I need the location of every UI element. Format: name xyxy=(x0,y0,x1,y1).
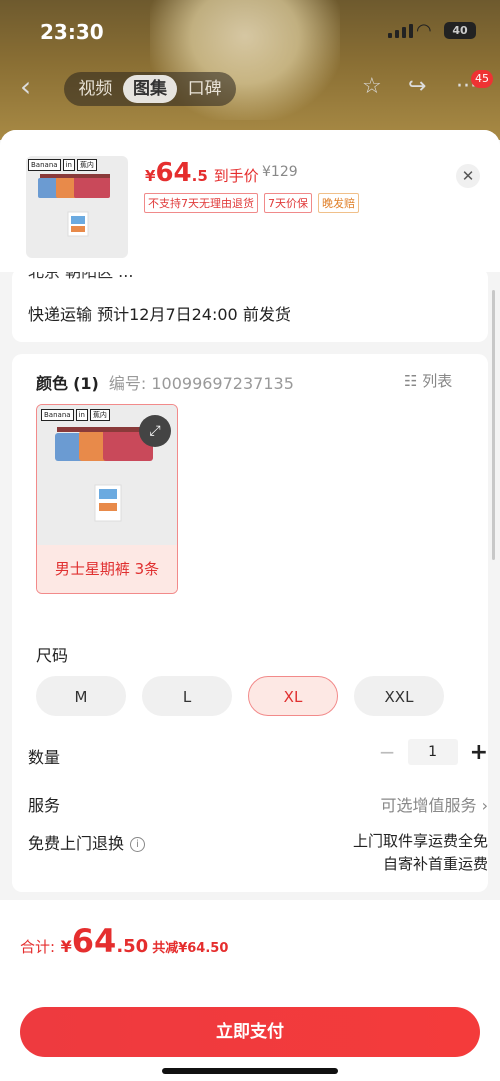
chevron-right-icon: › xyxy=(481,796,488,815)
size-options: M L XL XXL xyxy=(36,676,444,716)
pay-now-button[interactable]: 立即支付 xyxy=(20,1007,480,1057)
promo-tags: 不支持7天无理由退货 7天价保 晚发赔 xyxy=(144,193,359,213)
info-icon[interactable]: i xyxy=(130,837,146,852)
size-option-l[interactable]: L xyxy=(142,676,232,716)
color-header: 颜色 (1) 编号: 10099697237135 xyxy=(36,374,294,393)
signal-icon xyxy=(388,24,413,38)
tag-late-compensation: 晚发赔 xyxy=(318,193,359,213)
size-option-m[interactable]: M xyxy=(36,676,126,716)
color-option-label: 男士星期裤 3条 xyxy=(37,545,177,593)
checkout-footer: 合计: ¥64.50 共减¥64.50 立即支付 xyxy=(0,900,500,1081)
original-price: ¥129 xyxy=(262,164,298,180)
return-label: 免费上门退换 xyxy=(28,834,125,853)
top-nav: ‹ 视频 图集 口碑 ☆ ↪ ··· xyxy=(0,66,500,110)
close-icon[interactable]: ✕ xyxy=(456,164,480,188)
product-thumbnail[interactable]: Banana in 蕉内 xyxy=(26,156,128,258)
scrollbar[interactable] xyxy=(492,290,495,560)
brand-logo: Banana in 蕉内 xyxy=(28,159,97,171)
brand-logo: Banana in 蕉内 xyxy=(41,409,110,421)
status-bar: 23:30 ◠ 40 xyxy=(0,0,500,60)
battery-icon: 40 xyxy=(444,22,476,39)
list-icon: ☷ xyxy=(404,372,418,390)
tag-price-protect: 7天价保 xyxy=(264,193,312,213)
discount-text: 共减¥64.50 xyxy=(152,941,229,956)
list-view-button[interactable]: ☷ 列表 xyxy=(404,370,452,391)
color-option[interactable]: Banana in 蕉内 ⤢ 男士星期裤 3条 xyxy=(36,404,178,594)
plus-button[interactable]: + xyxy=(470,740,488,765)
sku-bottom-sheet: Banana in 蕉内 ¥64.5 到手价 ¥129 不支持7天无理由退货 7天价保… xyxy=(0,130,500,1081)
product-image xyxy=(38,174,110,237)
minus-button[interactable]: − xyxy=(379,740,396,764)
media-tabs: 视频 图集 口碑 xyxy=(64,72,236,106)
sheet-header: Banana in 蕉内 ¥64.5 到手价 ¥129 不支持7天无理由退货 7天价保… xyxy=(0,130,500,272)
item-code: 编号: 10099697237135 xyxy=(108,374,294,393)
notification-badge: 45 xyxy=(471,70,493,88)
tab-reviews[interactable]: 口碑 xyxy=(177,75,232,103)
return-row: 免费上门退换 i 上门取件享运费全免 自寄补首重运费 xyxy=(28,830,488,873)
service-value: 可选增值服务 › xyxy=(380,796,488,815)
wifi-icon: ◠ xyxy=(416,20,432,41)
quantity-row: 数量 − 1 + xyxy=(28,739,488,768)
return-fee: 上门取件享运费全免 自寄补首重运费 xyxy=(352,832,488,873)
tag-no-return: 不支持7天无理由退货 xyxy=(144,193,258,213)
service-row[interactable]: 服务 可选增值服务 › xyxy=(28,792,488,816)
quantity-input[interactable]: 1 xyxy=(407,739,458,765)
size-label: 尺码 xyxy=(36,646,69,665)
options-card: 颜色 (1) 编号: 10099697237135 ☷ 列表 Banana in 蕉内… xyxy=(12,354,488,892)
tab-gallery[interactable]: 图集 xyxy=(122,75,178,103)
quantity-stepper: − 1 + xyxy=(379,739,488,765)
home-indicator xyxy=(162,1068,338,1074)
size-option-xl[interactable]: XL xyxy=(248,676,338,716)
size-option-xxl[interactable]: XXL xyxy=(354,676,444,716)
favorite-star-icon[interactable]: ☆ xyxy=(362,74,382,99)
status-time: 23:30 xyxy=(40,20,104,44)
expand-icon[interactable]: ⤢ xyxy=(139,415,171,447)
final-price: ¥64.5 到手价 xyxy=(145,158,259,188)
quantity-label: 数量 xyxy=(28,748,61,767)
shipping-estimate: 快递运输 预计12月7日24:00 前发货 xyxy=(28,305,291,324)
share-icon[interactable]: ↪ xyxy=(408,74,426,99)
back-icon[interactable]: ‹ xyxy=(20,70,31,103)
total-price: 合计: ¥64.50 共减¥64.50 xyxy=(20,922,229,960)
service-label: 服务 xyxy=(28,796,61,815)
tab-video[interactable]: 视频 xyxy=(68,75,123,103)
